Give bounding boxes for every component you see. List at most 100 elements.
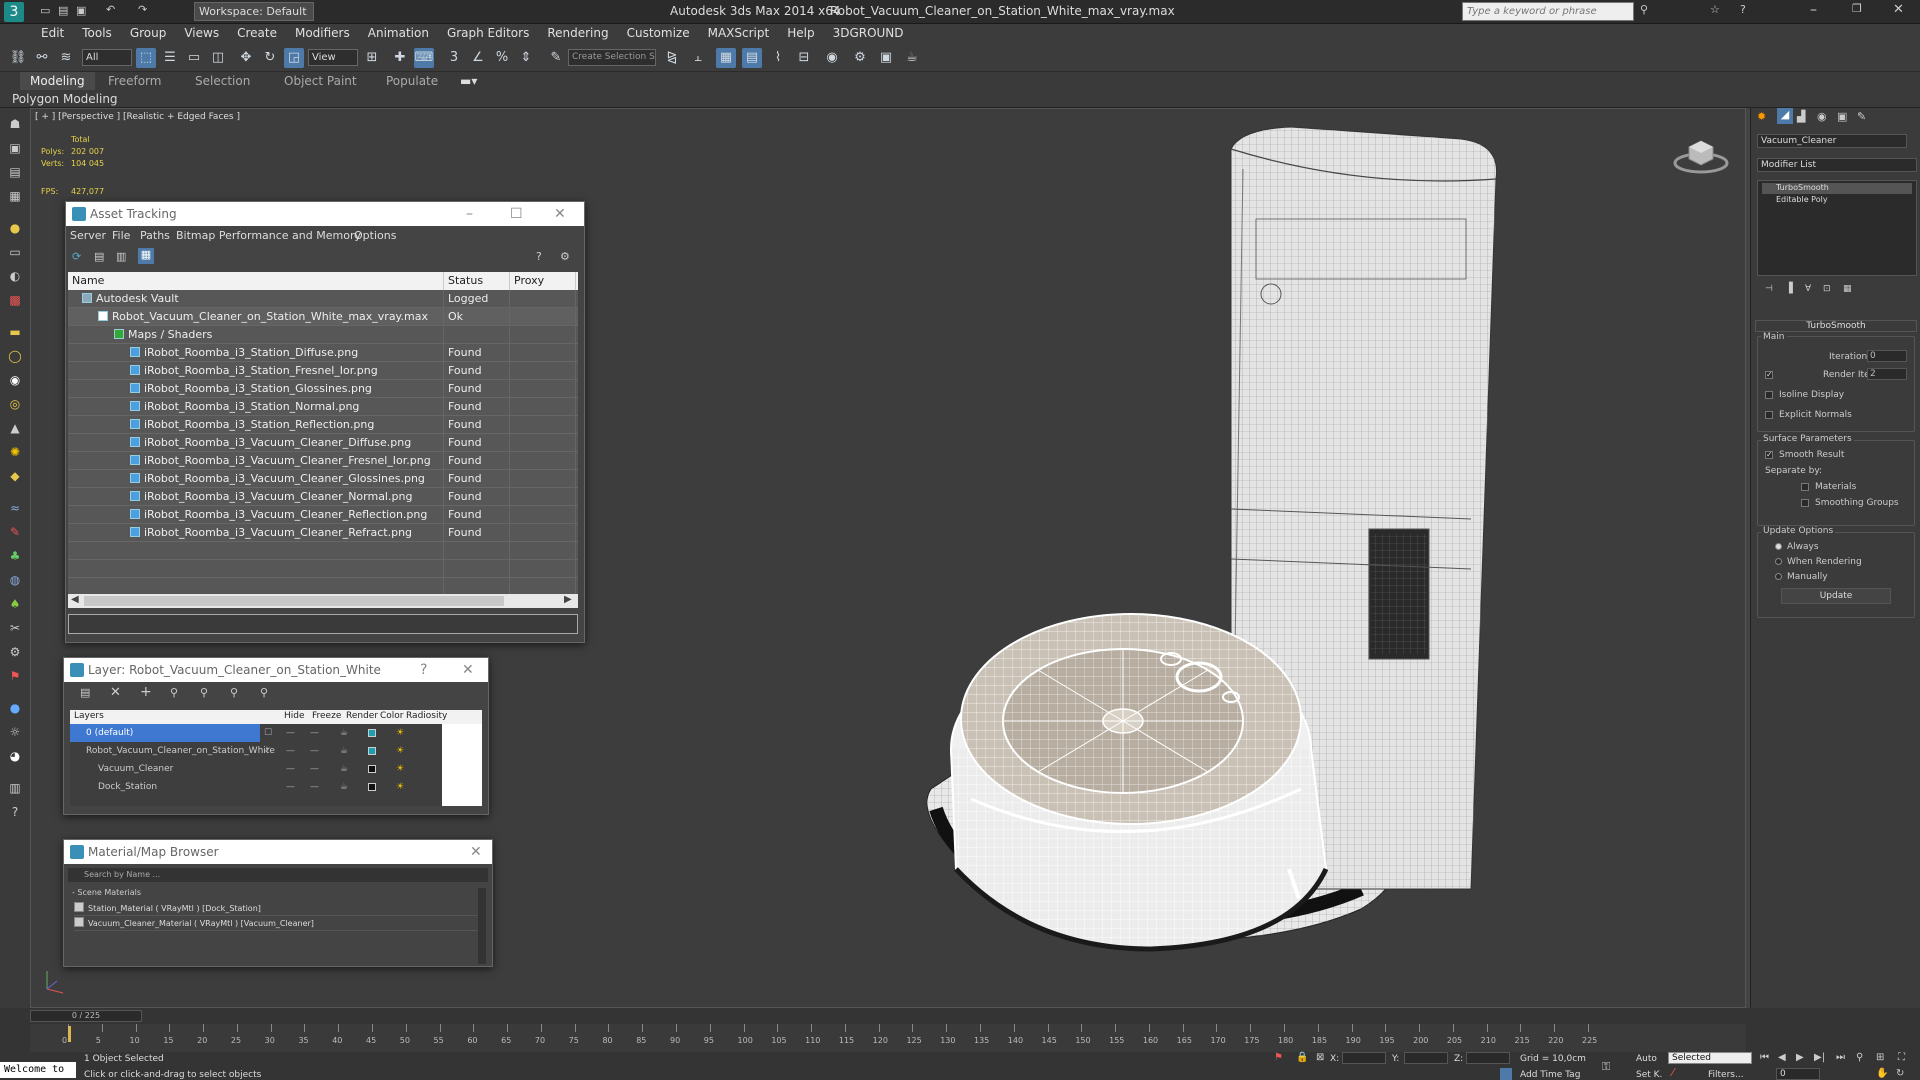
- reference-coord-dropdown[interactable]: View: [308, 49, 358, 66]
- scene-materials-group[interactable]: - Scene Materials: [68, 888, 478, 900]
- asset-hscrollbar[interactable]: ◀ ▶: [68, 594, 578, 608]
- column-color[interactable]: Color: [380, 711, 404, 721]
- display-tab-icon[interactable]: ▣: [1837, 110, 1847, 123]
- keyboard-shortcut-icon[interactable]: ⌨: [414, 48, 434, 68]
- select-object-icon[interactable]: ⬚: [136, 48, 156, 68]
- asset-map-row[interactable]: iRobot_Roomba_i3_Station_Reflection.png F…: [68, 416, 578, 434]
- window-crossing-icon[interactable]: ◫: [208, 48, 228, 68]
- scroll-left-icon[interactable]: ◀: [71, 594, 79, 605]
- when-rendering-radio[interactable]: [1775, 558, 1782, 565]
- pivot-center-icon[interactable]: ⊞: [362, 48, 382, 68]
- pyramid-icon[interactable]: ◆: [7, 468, 23, 484]
- motion-tab-icon[interactable]: ◉: [1817, 110, 1827, 123]
- asset-map-row[interactable]: iRobot_Roomba_i3_Vacuum_Cleaner_Fresnel_…: [68, 452, 578, 470]
- menu-paths[interactable]: Paths: [140, 229, 170, 242]
- menu-edit[interactable]: Edit: [32, 24, 73, 42]
- hide-toggle[interactable]: —: [286, 724, 295, 742]
- freeze-toggle[interactable]: —: [310, 742, 319, 760]
- hide-toggle[interactable]: —: [286, 760, 295, 778]
- align-icon[interactable]: ⫠: [688, 48, 708, 68]
- prev-frame-icon[interactable]: ◀: [1778, 1052, 1786, 1063]
- tab-object-paint[interactable]: Object Paint: [284, 74, 357, 88]
- render-toggle[interactable]: ☕: [340, 778, 348, 796]
- layer-manager-icon[interactable]: ▤: [80, 686, 90, 699]
- tab-selection[interactable]: Selection: [195, 74, 250, 88]
- menu-options[interactable]: Options: [354, 229, 396, 242]
- perspective-viewport[interactable]: [ + ] [Perspective ] [Realistic + Edged …: [30, 108, 1746, 1008]
- asset-map-row[interactable]: iRobot_Roomba_i3_Vacuum_Cleaner_Glossine…: [68, 470, 578, 488]
- asset-map-row[interactable]: iRobot_Roomba_i3_Station_Fresnel_Ior.png…: [68, 362, 578, 380]
- z-coord-field[interactable]: [1466, 1052, 1510, 1064]
- selection-filter-dropdown[interactable]: All: [82, 49, 132, 66]
- render-setup-icon[interactable]: ⚙: [850, 48, 870, 68]
- app-logo-icon[interactable]: 3: [4, 2, 24, 22]
- question-icon[interactable]: ?: [7, 804, 23, 820]
- zoom-all-icon[interactable]: ⊞: [1876, 1052, 1884, 1063]
- menu-animation[interactable]: Animation: [359, 24, 438, 42]
- layer-name[interactable]: Robot_Vacuum_Cleaner_on_Station_White: [70, 742, 275, 760]
- smooth-result-checkbox[interactable]: ✓: [1765, 451, 1773, 459]
- maximize-icon[interactable]: ☐: [510, 202, 523, 226]
- toggle-ribbon-icon[interactable]: ▤: [742, 48, 762, 68]
- asset-map-row[interactable]: iRobot_Roomba_i3_Vacuum_Cleaner_Diffuse.…: [68, 434, 578, 452]
- freeze-toggle[interactable]: —: [310, 760, 319, 778]
- menu-file[interactable]: File: [112, 229, 130, 242]
- render-iters-spinner[interactable]: 2: [1867, 368, 1907, 380]
- sun-icon[interactable]: ☼: [7, 724, 23, 740]
- render-toggle[interactable]: ☕: [340, 742, 348, 760]
- scale-icon[interactable]: ◲: [284, 48, 304, 68]
- ribbon-options-icon[interactable]: ▬▾: [460, 74, 477, 88]
- wrench-icon[interactable]: ✂: [7, 620, 23, 636]
- menu-customize[interactable]: Customize: [618, 24, 699, 42]
- time-tag-icon[interactable]: [1500, 1068, 1512, 1080]
- manually-radio[interactable]: [1775, 573, 1782, 580]
- table-view-icon[interactable]: ▦: [138, 248, 154, 264]
- isoline-display-checkbox[interactable]: [1765, 391, 1773, 399]
- menu-group[interactable]: Group: [121, 24, 176, 42]
- welcome-field[interactable]: Welcome to: [0, 1062, 76, 1078]
- pin-stack-icon[interactable]: ⊣: [1765, 284, 1773, 294]
- select-manipulate-icon[interactable]: ✚: [390, 48, 410, 68]
- asset-tracking-titlebar[interactable]: Asset Tracking – ☐ ✕: [66, 202, 584, 226]
- column-proxy-res[interactable]: Proxy Res...: [510, 272, 576, 305]
- stack-item-turbosmooth[interactable]: TurboSmooth: [1762, 183, 1912, 194]
- close-icon[interactable]: ✕: [554, 202, 566, 226]
- column-layers[interactable]: Layers: [74, 711, 104, 721]
- key-mode-dropdown[interactable]: Selected: [1668, 1052, 1752, 1064]
- help-icon[interactable]: ?: [1740, 3, 1746, 16]
- paint-icon[interactable]: ✎: [7, 524, 23, 540]
- snaps-toggle-icon[interactable]: 3: [444, 48, 464, 68]
- help-icon[interactable]: ?: [536, 250, 542, 263]
- layer-name[interactable]: Dock_Station: [70, 778, 260, 796]
- remove-modifier-icon[interactable]: ⊡: [1823, 284, 1831, 294]
- hair-icon[interactable]: ≈: [7, 500, 23, 516]
- set-key-icon[interactable]: ⁄: [1672, 1066, 1674, 1079]
- render-icon[interactable]: ☕: [902, 48, 922, 68]
- delete-layer-icon[interactable]: ✕: [110, 685, 121, 700]
- create-tab-icon[interactable]: ✹: [1757, 110, 1766, 123]
- gift-icon[interactable]: ▩: [7, 292, 23, 308]
- layer-name[interactable]: Vacuum_Cleaner: [70, 760, 260, 778]
- object-name-field[interactable]: Vacuum_Cleaner: [1757, 134, 1907, 148]
- edit-named-selection-icon[interactable]: ✎: [546, 48, 566, 68]
- utilities-tab-icon[interactable]: ✎: [1857, 110, 1866, 123]
- material-editor-icon[interactable]: ◉: [822, 48, 842, 68]
- tab-freeform[interactable]: Freeform: [108, 74, 161, 88]
- column-radiosity[interactable]: Radiosity: [406, 711, 447, 721]
- menu-tools[interactable]: Tools: [73, 24, 121, 42]
- menu-graph-editors[interactable]: Graph Editors: [438, 24, 538, 42]
- show-end-result-icon[interactable]: ▐: [1785, 283, 1793, 294]
- select-link-icon[interactable]: ⛓: [8, 48, 28, 68]
- pin-icon[interactable]: ⚑: [7, 668, 23, 684]
- update-button[interactable]: Update: [1781, 588, 1891, 604]
- menu-bitmap-performance[interactable]: Bitmap Performance and Memory: [176, 229, 361, 242]
- minimize-icon[interactable]: –: [466, 202, 473, 226]
- layer-explorer-icon[interactable]: ▦: [716, 48, 736, 68]
- orbit-icon[interactable]: ↻: [1896, 1068, 1904, 1079]
- layer-color-swatch[interactable]: [368, 747, 376, 755]
- polygon-modeling-label[interactable]: Polygon Modeling: [12, 92, 118, 106]
- freeze-all-icon[interactable]: ⚲: [260, 686, 268, 699]
- plane-icon[interactable]: ▭: [7, 244, 23, 260]
- radiosity-icon[interactable]: ☀: [396, 742, 404, 760]
- menu-views[interactable]: Views: [175, 24, 228, 42]
